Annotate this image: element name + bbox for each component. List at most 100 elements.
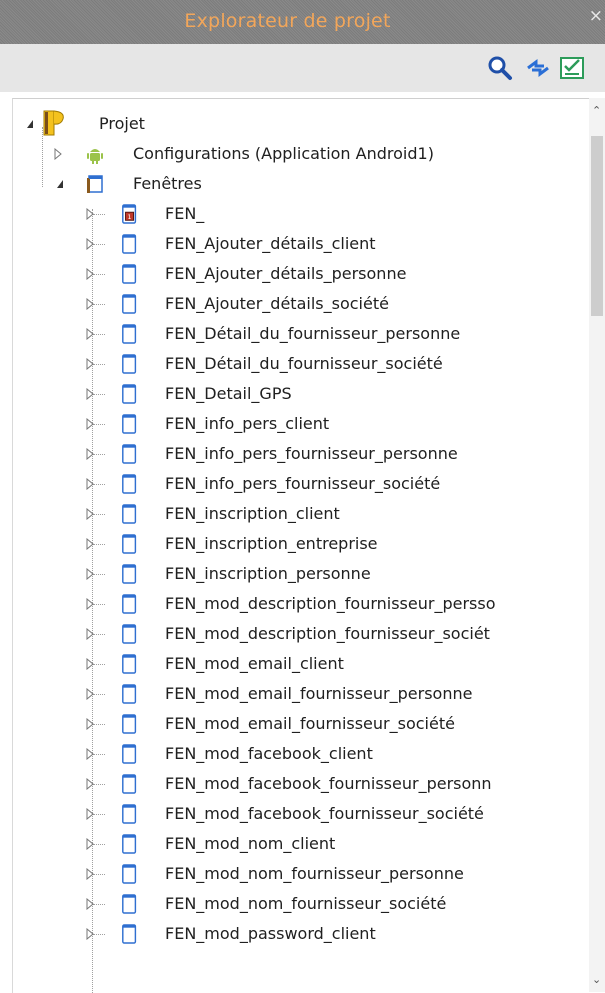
expand-arrow-icon[interactable] [85,358,95,370]
expand-arrow-icon[interactable] [85,538,95,550]
tree-node-window[interactable]: FEN_mod_description_fournisseur_sociét [13,619,593,649]
window-first-icon: 1 [122,204,137,224]
tree-node-window[interactable]: 1 FEN_ [13,199,593,229]
close-icon[interactable]: × [589,6,603,26]
tree-node-label: Fenêtres [133,174,202,193]
window-icon [122,354,137,374]
tree-node-window[interactable]: FEN_inscription_entreprise [13,529,593,559]
expand-arrow-icon[interactable] [85,418,95,430]
window-icon [122,234,137,254]
tree-node-label: FEN_mod_facebook_fournisseur_société [165,804,484,823]
expand-arrow-icon[interactable] [85,238,95,250]
tree-node-label: FEN_mod_facebook_client [165,744,373,763]
tree-node-label: FEN_Detail_GPS [165,384,292,403]
panel-title-bar: Explorateur de projet × [0,0,605,44]
search-icon[interactable] [486,54,514,82]
scroll-up-icon[interactable]: ⌃ [592,104,601,117]
tree-node-label: FEN_info_pers_fournisseur_société [165,474,441,493]
tree-node-window[interactable]: FEN_info_pers_fournisseur_société [13,469,593,499]
tree-node-window[interactable]: FEN_info_pers_client [13,409,593,439]
tree-node-window[interactable]: FEN_mod_email_fournisseur_société [13,709,593,739]
sync-icon[interactable] [524,54,552,82]
folder-icon [87,175,103,193]
tree-node-window[interactable]: FEN_mod_password_client [13,919,593,949]
tree-node-label: FEN_Ajouter_détails_société [165,294,389,313]
expand-arrow-icon[interactable] [85,778,95,790]
tree-node-window[interactable]: FEN_mod_facebook_client [13,739,593,769]
window-icon [122,414,137,434]
window-icon [122,804,137,824]
expand-arrow-icon[interactable] [85,808,95,820]
window-icon [122,894,137,914]
expand-arrow-icon[interactable] [85,568,95,580]
tree-node-label: FEN_inscription_entreprise [165,534,378,553]
expand-arrow-icon[interactable] [85,598,95,610]
expand-arrow-icon[interactable] [85,508,95,520]
tree-node-configurations[interactable]: Configurations (Application Android1) [13,139,573,169]
expand-arrow-icon[interactable] [85,868,95,880]
tree-node-window[interactable]: FEN_Détail_du_fournisseur_personne [13,319,593,349]
expand-arrow-icon[interactable] [85,718,95,730]
expand-arrow-icon[interactable] [85,448,95,460]
svg-text:1: 1 [128,214,132,221]
tree-node-window[interactable]: FEN_Detail_GPS [13,379,593,409]
tree-node-window[interactable]: FEN_inscription_personne [13,559,593,589]
expand-arrow-icon[interactable] [53,148,63,160]
tree-node-label: FEN_inscription_personne [165,564,371,583]
tree-node-window[interactable]: FEN_mod_email_client [13,649,593,679]
tree-node-window[interactable]: FEN_mod_nom_fournisseur_société [13,889,593,919]
expand-arrow-icon[interactable] [85,748,95,760]
tree-node-window[interactable]: FEN_info_pers_fournisseur_personne [13,439,593,469]
scrollbar-thumb[interactable] [591,136,603,316]
expand-arrow-icon[interactable] [85,208,95,220]
tree-node-label: FEN_mod_email_fournisseur_société [165,714,455,733]
tree-node-label: FEN_Ajouter_détails_client [165,234,376,253]
tree-node-window[interactable]: FEN_mod_nom_client [13,829,593,859]
tree-node-window[interactable]: FEN_mod_facebook_fournisseur_société [13,799,593,829]
tree-node-window[interactable]: FEN_Ajouter_détails_personne [13,259,593,289]
android-icon [87,149,103,164]
tree-node-window[interactable]: FEN_inscription_client [13,499,593,529]
expand-arrow-icon[interactable] [85,388,95,400]
project-tree[interactable]: Projet Configurations (Application Andro… [12,98,605,993]
tree-node-label: Projet [99,114,145,133]
vertical-scrollbar[interactable]: ⌃ ⌄ [589,98,605,992]
expand-arrow-icon[interactable] [85,838,95,850]
tree-node-window[interactable]: FEN_mod_email_fournisseur_personne [13,679,593,709]
checklist-icon[interactable] [558,54,586,82]
tree-node-window[interactable]: FEN_Ajouter_détails_client [13,229,593,259]
collapse-arrow-icon[interactable] [55,178,65,190]
tree-node-window[interactable]: FEN_Détail_du_fournisseur_société [13,349,593,379]
expand-arrow-icon[interactable] [85,268,95,280]
tree-node-label: FEN_mod_email_fournisseur_personne [165,684,473,703]
collapse-arrow-icon[interactable] [25,118,35,130]
expand-arrow-icon[interactable] [85,898,95,910]
tree-node-label: FEN_mod_facebook_fournisseur_personn [165,774,492,793]
panel-title: Explorateur de projet [184,10,391,32]
explorer-toolbar [0,44,605,92]
expand-arrow-icon[interactable] [85,688,95,700]
tree-node-window[interactable]: FEN_Ajouter_détails_société [13,289,593,319]
expand-arrow-icon[interactable] [85,928,95,940]
tree-node-label: FEN_mod_description_fournisseur_sociét [165,624,490,643]
window-icon [122,744,137,764]
expand-arrow-icon[interactable] [85,298,95,310]
tree-node-windows[interactable]: Fenêtres [13,169,573,199]
tree-node-window[interactable]: FEN_mod_description_fournisseur_persso [13,589,593,619]
window-icon [122,534,137,554]
tree-node-window[interactable]: FEN_mod_nom_fournisseur_personne [13,859,593,889]
tree-node-label: FEN_info_pers_fournisseur_personne [165,444,458,463]
tree-node-project[interactable]: Projet [13,109,573,139]
window-icon [122,264,137,284]
window-icon [122,294,137,314]
expand-arrow-icon[interactable] [85,478,95,490]
scroll-down-icon[interactable]: ⌄ [592,973,601,986]
expand-arrow-icon[interactable] [85,328,95,340]
tree-node-label: FEN_Détail_du_fournisseur_société [165,354,443,373]
tree-node-label: FEN_mod_description_fournisseur_persso [165,594,496,613]
window-icon [122,834,137,854]
expand-arrow-icon[interactable] [85,658,95,670]
expand-arrow-icon[interactable] [85,628,95,640]
tree-node-window[interactable]: FEN_mod_facebook_fournisseur_personn [13,769,593,799]
window-icon [122,624,137,644]
